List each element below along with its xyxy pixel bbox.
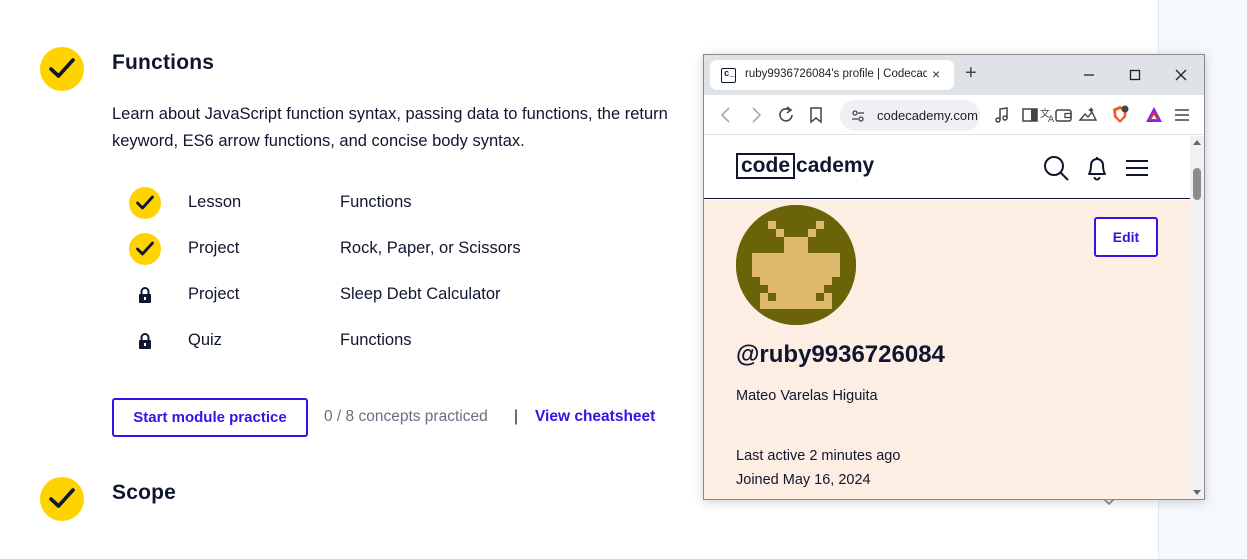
reader-mode-icon[interactable] xyxy=(1020,105,1040,125)
module-title[interactable]: Functions xyxy=(112,51,214,75)
tab-close-icon[interactable]: × xyxy=(932,66,940,82)
last-active-text: Last active 2 minutes ago xyxy=(736,448,901,464)
page-scrollbar[interactable] xyxy=(1190,136,1204,499)
music-icon[interactable] xyxy=(992,105,1012,125)
profile-full-name: Mateo Varelas Higuita xyxy=(736,388,878,404)
module-item-row: Project Sleep Debt Calculator xyxy=(128,278,688,312)
hamburger-menu-icon[interactable] xyxy=(1123,154,1151,182)
item-name: Sleep Debt Calculator xyxy=(340,285,501,303)
edit-profile-button[interactable]: Edit xyxy=(1094,217,1158,257)
module-title[interactable]: Scope xyxy=(112,481,176,505)
lock-icon xyxy=(128,279,162,311)
logo-cademy: cademy xyxy=(796,154,875,177)
joined-date-text: Joined May 16, 2024 xyxy=(736,472,871,488)
reload-icon[interactable] xyxy=(776,105,796,125)
item-name[interactable]: Functions xyxy=(340,193,412,212)
completed-check-icon xyxy=(128,233,162,265)
view-cheatsheet-link[interactable]: View cheatsheet xyxy=(535,408,655,426)
module-description: Learn about JavaScript function syntax, … xyxy=(112,105,668,150)
item-type: Project xyxy=(188,285,240,303)
search-icon[interactable] xyxy=(1042,154,1070,182)
avatar xyxy=(736,205,856,325)
back-icon[interactable] xyxy=(716,105,736,125)
profile-username: @ruby9936726084 xyxy=(736,341,945,368)
menu-icon[interactable] xyxy=(1172,105,1192,125)
item-name: Functions xyxy=(340,331,412,349)
concepts-practiced-count: 0 / 8 concepts practiced xyxy=(324,408,488,425)
url-text: codecademy.com xyxy=(877,108,978,123)
brave-shields-icon[interactable] xyxy=(1110,105,1130,125)
profile-section: Edit @ruby9936726084 Mateo Varelas Higui… xyxy=(704,200,1190,499)
maximize-icon[interactable] xyxy=(1125,65,1145,85)
lock-icon xyxy=(128,325,162,357)
module-item-row[interactable]: Lesson Functions xyxy=(128,186,688,220)
codecademy-favicon-icon: c_ xyxy=(721,68,736,83)
module-complete-check-icon xyxy=(40,47,84,91)
start-module-practice-button[interactable]: Start module practice xyxy=(112,398,308,437)
wallet-icon[interactable] xyxy=(1054,105,1074,125)
leo-ai-icon[interactable] xyxy=(1078,105,1098,125)
browser-toolbar: codecademy.com 文A xyxy=(704,95,1204,135)
forward-icon[interactable] xyxy=(746,105,766,125)
scroll-down-arrow-icon[interactable] xyxy=(1193,490,1201,495)
logo-code: code xyxy=(736,153,796,179)
address-bar[interactable]: codecademy.com xyxy=(840,100,980,131)
item-type: Project xyxy=(188,239,240,257)
module-item-row[interactable]: Project Rock, Paper, or Scissors xyxy=(128,232,688,266)
bookmark-icon[interactable] xyxy=(806,105,826,125)
completed-check-icon xyxy=(128,187,162,219)
minimize-icon[interactable] xyxy=(1079,65,1099,85)
browser-tab[interactable]: c_ ruby9936726084's profile | Codecademy… xyxy=(710,60,954,90)
item-type: Quiz xyxy=(188,331,222,349)
codecademy-logo[interactable]: code cademy xyxy=(736,152,874,180)
title-bar[interactable]: c_ ruby9936726084's profile | Codecademy… xyxy=(704,55,1204,95)
brave-rewards-icon[interactable] xyxy=(1144,105,1164,125)
site-info-icon[interactable] xyxy=(850,108,866,124)
scrollbar-thumb[interactable] xyxy=(1193,168,1201,200)
tab-title: ruby9936726084's profile | Codecademy xyxy=(745,68,927,80)
separator: | xyxy=(514,408,519,425)
new-tab-button[interactable]: + xyxy=(965,63,977,83)
item-name[interactable]: Rock, Paper, or Scissors xyxy=(340,239,521,258)
close-icon[interactable] xyxy=(1171,65,1191,85)
module-complete-check-icon xyxy=(40,477,84,521)
scroll-up-arrow-icon[interactable] xyxy=(1193,140,1201,145)
module-item-row: Quiz Functions xyxy=(128,324,688,358)
codecademy-header: code cademy xyxy=(704,136,1190,199)
popup-browser-window[interactable]: c_ ruby9936726084's profile | Codecademy… xyxy=(703,54,1205,500)
item-type: Lesson xyxy=(188,193,242,211)
bell-icon[interactable] xyxy=(1083,154,1111,182)
